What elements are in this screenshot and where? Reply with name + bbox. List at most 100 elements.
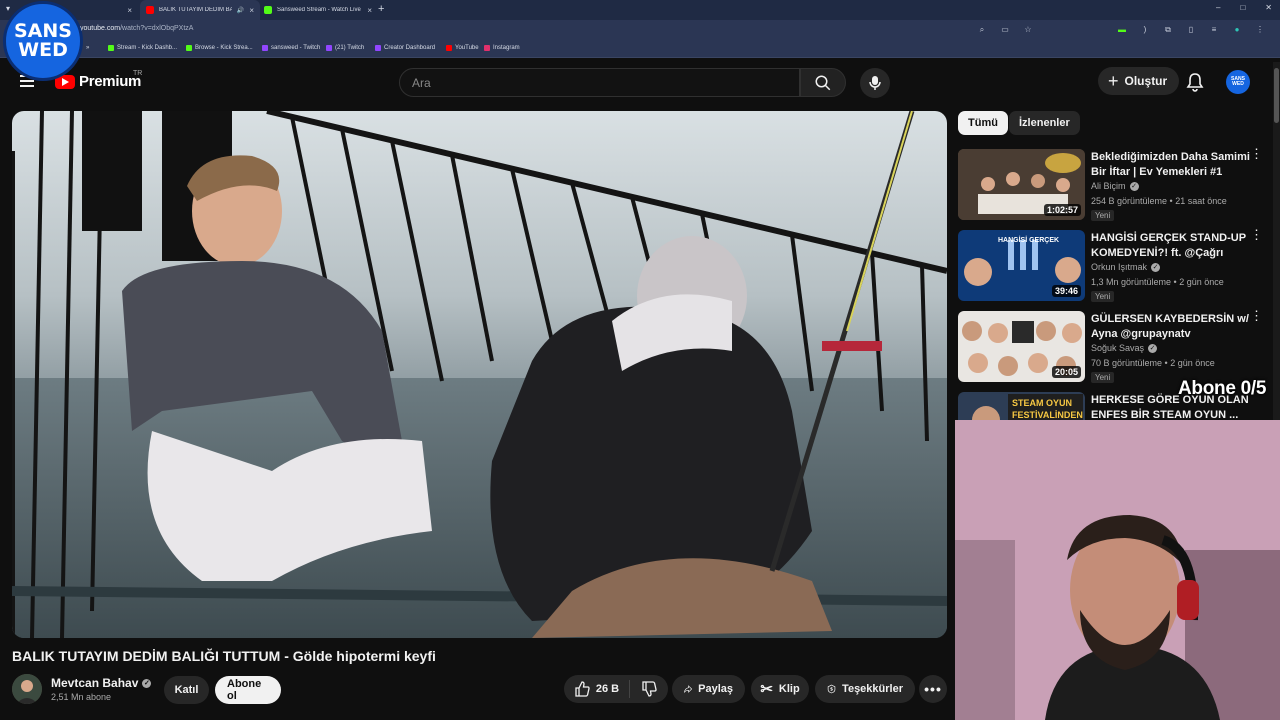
translate-icon[interactable]: ≡ (1208, 25, 1220, 35)
like-button[interactable]: 26 B (564, 680, 630, 698)
clip-button[interactable]: ✂ Klip (751, 675, 809, 703)
bookmark-label: (21) Twitch (335, 45, 365, 51)
recommendation-item[interactable]: 1:02:57 Beklediğimizden Daha Samimi Bir … (958, 147, 1278, 222)
account-avatar[interactable]: SANS WED (1226, 70, 1250, 94)
more-options-icon[interactable]: ⋮ (1250, 228, 1263, 241)
create-label: Oluştur (1124, 74, 1168, 88)
video-player[interactable] (12, 111, 947, 638)
notifications-button[interactable] (1186, 72, 1204, 97)
bookmarks-bar: » Stream - Kick Dashb... Browse - Kick S… (0, 42, 1280, 58)
webcam-overlay (955, 420, 1280, 720)
close-icon[interactable]: × (127, 6, 132, 15)
subscriber-count: 2,51 Mn abone (51, 692, 112, 702)
url-path: /watch?v=dxlObqPXtzA (120, 25, 194, 32)
more-options-icon[interactable]: ⋮ (1250, 147, 1263, 160)
new-tab-button[interactable]: + (378, 3, 384, 15)
recommendation-channel[interactable]: Ali Biçim ✓ (1091, 181, 1139, 191)
microphone-icon (869, 76, 881, 90)
search-placeholder: Ara (412, 75, 431, 90)
recommendation-channel[interactable]: Orkun Işıtmak ✓ (1091, 262, 1161, 272)
recommendation-title[interactable]: Beklediğimizden Daha Samimi Bir İftar | … (1091, 150, 1256, 180)
close-icon[interactable]: × (249, 6, 254, 15)
extensions-puzzle-icon[interactable]: ⧉ (1162, 25, 1174, 35)
kick-icon (186, 45, 192, 51)
bookmark-label: sansweed - Twitch (271, 45, 321, 51)
bookmark-item[interactable]: Instagram (484, 45, 520, 51)
channel-name[interactable]: Mevtcan Bahav ✓ (51, 676, 152, 690)
bookmark-item[interactable]: (21) Twitch (326, 45, 364, 51)
more-options-icon[interactable]: ⋮ (1250, 309, 1263, 322)
profile-icon[interactable]: ● (1231, 25, 1243, 35)
thanks-button[interactable]: $ Teşekkürler (815, 675, 915, 703)
svg-text:FESTİVALİNDEN: FESTİVALİNDEN (1012, 410, 1083, 420)
video-title: BALIK TUTAYIM DEDİM BALIĞI TUTTUM - Göld… (12, 648, 436, 664)
recommendation-channel[interactable]: Soğuk Savaş ✓ (1091, 343, 1158, 353)
bookmark-folder[interactable]: » (86, 45, 89, 51)
search-button[interactable] (800, 68, 846, 97)
verified-icon: ✓ (1129, 181, 1139, 191)
close-window-icon[interactable]: ✕ (1265, 3, 1272, 12)
more-actions-button[interactable]: ••• (919, 675, 947, 703)
thumbs-down-icon (642, 681, 657, 697)
sidebar-scrollbar[interactable] (1273, 62, 1280, 422)
share-button[interactable]: Paylaş (672, 675, 745, 703)
recommendation-meta: 1,3 Mn görüntüleme • 2 gün önce (1091, 277, 1224, 287)
tab-active[interactable]: BALIK TUTAYIM DEDİM BALI 🔊 × (140, 0, 260, 20)
recommendation-item[interactable]: HANGİSİ GERÇEK 39:46 HANGİSİ GERÇEK STAN… (958, 228, 1278, 303)
bookmark-item[interactable]: Browse - Kick Strea... (186, 45, 253, 51)
window-controls: – □ ✕ (1216, 3, 1272, 12)
close-icon[interactable]: × (367, 6, 372, 15)
search-icon (815, 75, 831, 90)
subscribe-button[interactable]: Abone ol (215, 676, 281, 704)
twitch-icon (262, 45, 268, 51)
share-icon (684, 685, 693, 694)
maximize-icon[interactable]: □ (1240, 3, 1245, 12)
youtube-favicon-icon (146, 6, 154, 14)
screen: { "brand": { "badge_line1": "SANS", "bad… (0, 0, 1280, 720)
audio-icon[interactable]: 🔊 (237, 7, 244, 14)
minimize-icon[interactable]: – (1216, 3, 1220, 12)
cast-icon[interactable]: ▭ (999, 25, 1011, 35)
recommendation-title[interactable]: HANGİSİ GERÇEK STAND-UP KOMEDYENİ?! ft. … (1091, 231, 1256, 261)
thumbnail-image: STEAM OYUN FESTİVALİNDEN (958, 392, 1085, 420)
recommendation-title[interactable]: GÜLERSEN KAYBEDERSİN w/ Ayna @grupaynatv… (1091, 312, 1256, 342)
recommendation-item[interactable]: 20:05 GÜLERSEN KAYBEDERSİN w/ Ayna @grup… (958, 309, 1278, 384)
scrollbar-thumb[interactable] (1274, 68, 1279, 123)
tab-title: BALIK TUTAYIM DEDİM BALI (159, 7, 232, 13)
bookmark-item[interactable]: Creator Dashboard (375, 45, 435, 51)
voice-search-button[interactable] (860, 68, 890, 98)
browser-tab-bar: ▾ × BALIK TUTAYIM DEDİM BALI 🔊 × Sanswee… (0, 0, 1280, 20)
like-count: 26 B (595, 683, 620, 695)
recommendation-meta: 70 B görüntüleme • 2 gün önce (1091, 358, 1215, 368)
tab-kick[interactable]: Sansweed Stream - Watch Live o × (258, 0, 378, 20)
search-input[interactable]: Ara (399, 68, 800, 97)
bookmark-label: Stream - Kick Dashb... (117, 45, 178, 51)
thumbs-up-icon (575, 681, 590, 697)
zoom-icon[interactable]: ⌕ (976, 25, 988, 35)
url-field[interactable]: youtube.com/watch?v=dxlObqPXtzA (80, 25, 193, 32)
chip-watched[interactable]: İzlenenler (1009, 111, 1080, 135)
dislike-button[interactable] (630, 681, 668, 697)
create-button[interactable]: + Oluştur (1098, 67, 1180, 95)
video-thumbnail[interactable]: HANGİSİ GERÇEK 39:46 (958, 230, 1085, 301)
video-thumbnail[interactable]: 20:05 (958, 311, 1085, 382)
join-label: Katıl (174, 684, 199, 696)
video-thumbnail[interactable]: STEAM OYUN FESTİVALİNDEN (958, 392, 1085, 420)
menu-dots-icon[interactable]: ⋮ (1254, 25, 1266, 35)
chip-all[interactable]: Tümü (958, 111, 1008, 135)
bookmark-item[interactable]: sansweed - Twitch (262, 45, 320, 51)
join-button[interactable]: Katıl (164, 676, 209, 704)
bookmark-star-icon[interactable]: ☆ (1022, 25, 1034, 35)
bell-icon (1186, 73, 1204, 92)
youtube-logo[interactable]: Premium (55, 73, 141, 90)
channel-avatar[interactable] (12, 674, 42, 704)
streamer-logo: SANS WED (3, 1, 83, 81)
new-badge: Yeni (1091, 372, 1115, 383)
bookmark-item[interactable]: YouTube (446, 45, 479, 51)
sidebar-icon[interactable]: ▯ (1185, 25, 1197, 35)
extension-icon[interactable]: ▬ (1116, 25, 1128, 35)
video-thumbnail[interactable]: 1:02:57 (958, 149, 1085, 220)
bookmark-item[interactable]: Stream - Kick Dashb... (108, 45, 177, 51)
svg-text:HANGİSİ GERÇEK: HANGİSİ GERÇEK (998, 236, 1059, 244)
audio-extension-icon[interactable]: ) (1139, 25, 1151, 35)
